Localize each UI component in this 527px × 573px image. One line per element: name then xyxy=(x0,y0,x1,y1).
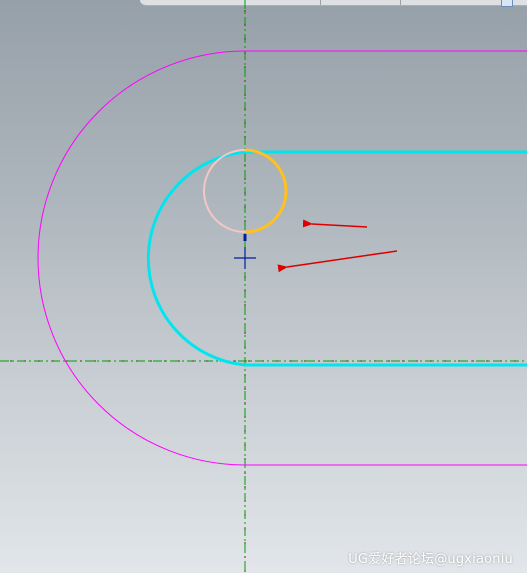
watermark-label: UG爱好者论坛@ugxiaoniu xyxy=(348,552,513,567)
circle-preview-highlight-arc xyxy=(244,148,288,234)
sketch-canvas[interactable] xyxy=(0,0,527,573)
crosshair-cursor-icon xyxy=(234,247,256,269)
red-arrow-icon xyxy=(302,219,368,228)
red-arrow-icon xyxy=(277,250,398,273)
outer-slot-profile[interactable] xyxy=(37,50,527,466)
graphics-window[interactable]: UG爱好者论坛@ugxiaoniu xyxy=(0,0,527,573)
